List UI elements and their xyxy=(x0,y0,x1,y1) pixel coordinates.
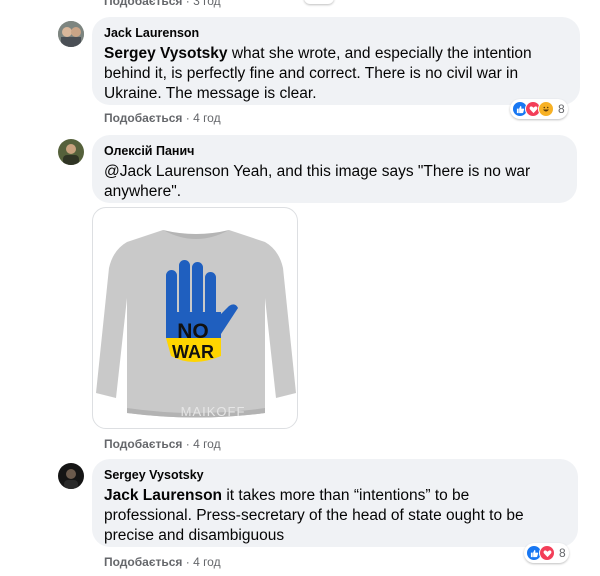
avatar[interactable] xyxy=(58,139,84,165)
watermark-text: MAIKOFF xyxy=(181,404,246,419)
comment-text-line: @Jack Laurenson Yeah, and this image say… xyxy=(104,163,531,180)
separator: · xyxy=(182,437,194,451)
comment-author[interactable]: Олексій Панич xyxy=(104,143,565,159)
reaction-count: 8 xyxy=(558,102,565,116)
separator: · xyxy=(185,0,194,8)
comment-actions: Подобається · 4 год xyxy=(104,437,221,451)
timestamp[interactable]: 4 год xyxy=(193,437,221,451)
comment-text-line: Jack Laurenson it takes more than “inten… xyxy=(104,487,470,504)
war-text: WAR xyxy=(172,342,214,362)
comment-text-line: Sergey Vysotsky what she wrote, and espe… xyxy=(104,45,532,62)
no-text: NO xyxy=(177,320,209,343)
comment-text-line: precise and disambiguous xyxy=(104,527,285,544)
avatar[interactable] xyxy=(58,21,84,47)
timestamp[interactable]: 4 год xyxy=(193,111,221,125)
love-reaction-icon xyxy=(539,545,555,561)
like-link[interactable]: Подобається xyxy=(104,0,182,8)
reactions-badge[interactable]: 8 xyxy=(524,543,569,563)
comment-text-line: Ukraine. The message is clear. xyxy=(104,85,317,102)
reaction-count: 8 xyxy=(559,546,566,560)
comment-bubble: Олексій Панич @Jack Laurenson Yeah, and … xyxy=(92,135,577,203)
comment-text-line: behind it, is perfectly fine and correct… xyxy=(104,65,519,82)
mention-link[interactable]: Sergey Vysotsky xyxy=(104,45,228,62)
previous-reactions-badge[interactable] xyxy=(304,0,334,4)
like-link[interactable]: Подобається xyxy=(104,111,182,125)
comment-text-line: anywhere". xyxy=(104,183,182,200)
comment-bubble: Jack Laurenson Sergey Vysotsky what she … xyxy=(92,17,580,105)
comment-image[interactable]: NO WAR MAIKOFF xyxy=(92,207,298,429)
comment-text-line: professional. Press-secretary of the hea… xyxy=(104,507,524,524)
previous-comment-actions: Подобається · 3 год xyxy=(104,0,221,8)
timestamp[interactable]: 4 год xyxy=(193,555,221,569)
comment-author[interactable]: Sergey Vysotsky xyxy=(104,467,566,483)
no-war-sweater-image: NO WAR MAIKOFF xyxy=(96,230,296,419)
avatar[interactable] xyxy=(58,463,84,489)
comment-actions: Подобається · 4 год xyxy=(104,111,221,125)
timestamp[interactable]: 3 год xyxy=(193,0,221,8)
comment-author[interactable]: Jack Laurenson xyxy=(104,25,568,41)
like-link[interactable]: Подобається xyxy=(104,437,182,451)
separator: · xyxy=(182,555,194,569)
separator: · xyxy=(182,111,194,125)
comment-actions: Подобається · 4 год xyxy=(104,555,221,569)
reactions-badge[interactable]: 8 xyxy=(510,99,568,119)
haha-reaction-icon xyxy=(538,101,554,117)
like-link[interactable]: Подобається xyxy=(104,555,182,569)
comment-bubble: Sergey Vysotsky Jack Laurenson it takes … xyxy=(92,459,578,547)
mention-link[interactable]: Jack Laurenson xyxy=(104,487,222,504)
